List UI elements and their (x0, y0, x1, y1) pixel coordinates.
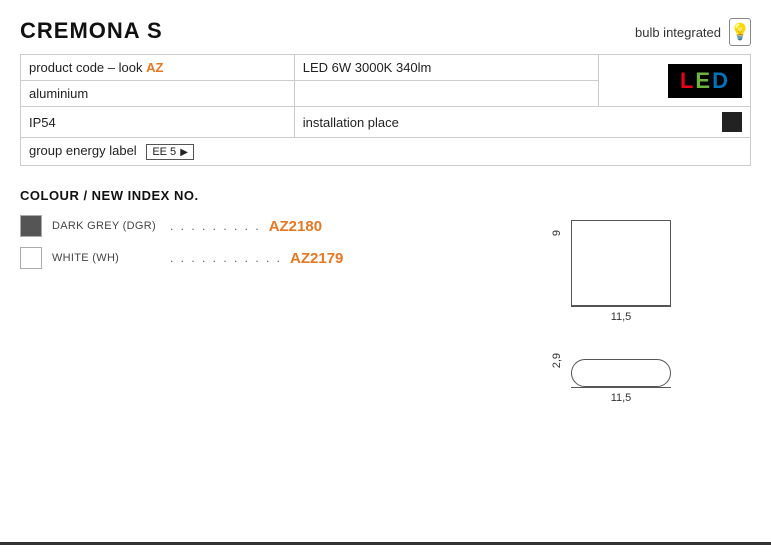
dim-v-label-side: 2,9 (551, 353, 563, 368)
wall-mount-icon (722, 112, 742, 132)
energy-cell: group energy label EE 5 ▶ (21, 138, 751, 166)
colour-title: COLOUR / NEW INDEX NO. (20, 188, 751, 203)
dim-v-label-top: 9 (551, 230, 563, 236)
energy-badge: EE 5 ▶ (146, 144, 194, 160)
bulb-icon: 💡 (729, 18, 751, 46)
table-row-product-code: product code – look AZ LED 6W 3000K 340l… (21, 55, 751, 81)
dim-line-side (571, 387, 671, 388)
table-row-ip: IP54 installation place (21, 107, 751, 138)
diagram-side-view: 2,9 11,5 (551, 353, 751, 404)
energy-label: group energy label (29, 143, 137, 158)
dim-h-label-side: 11,5 (611, 392, 632, 404)
bulb-integrated-label: bulb integrated (635, 25, 721, 40)
colour-code-0: AZ2180 (269, 218, 322, 235)
product-code-az: AZ (146, 60, 163, 75)
top-view-shape (571, 220, 671, 306)
energy-class: EE 5 (152, 146, 176, 158)
installation-label: installation place (303, 115, 399, 130)
colour-name-1: WHITE (WH) (52, 252, 162, 264)
ip-cell: IP54 (21, 107, 295, 138)
colour-code-1: AZ2179 (290, 250, 343, 267)
colour-swatch-white (20, 247, 42, 269)
spec-table: product code – look AZ LED 6W 3000K 340l… (20, 54, 751, 166)
led-badge-cell: LED (598, 55, 750, 107)
diagram-top-view: 9 11,5 (551, 220, 751, 323)
bulb-integrated-row: bulb integrated 💡 (635, 18, 751, 46)
installation-cell: installation place (294, 107, 750, 138)
product-code-label: product code – look (29, 60, 142, 75)
dim-line-top (571, 306, 671, 307)
bottom-border (0, 542, 771, 545)
material-right-cell (294, 81, 598, 107)
material-cell: aluminium (21, 81, 295, 107)
spec-label-cell: LED 6W 3000K 340lm (294, 55, 598, 81)
colour-swatch-dark (20, 215, 42, 237)
energy-arrow: ▶ (180, 147, 188, 158)
dim-h-label-top: 11,5 (611, 311, 632, 323)
table-row-energy: group energy label EE 5 ▶ (21, 138, 751, 166)
led-badge: LED (668, 64, 742, 98)
colour-dots-1: . . . . . . . . . . . (170, 251, 282, 265)
side-view-shape (571, 359, 671, 387)
diagram-area: 9 11,5 2,9 11,5 (551, 220, 751, 404)
colour-name-0: DARK GREY (DGR) (52, 220, 162, 232)
product-code-cell: product code – look AZ (21, 55, 295, 81)
colour-dots-0: . . . . . . . . . (170, 219, 261, 233)
